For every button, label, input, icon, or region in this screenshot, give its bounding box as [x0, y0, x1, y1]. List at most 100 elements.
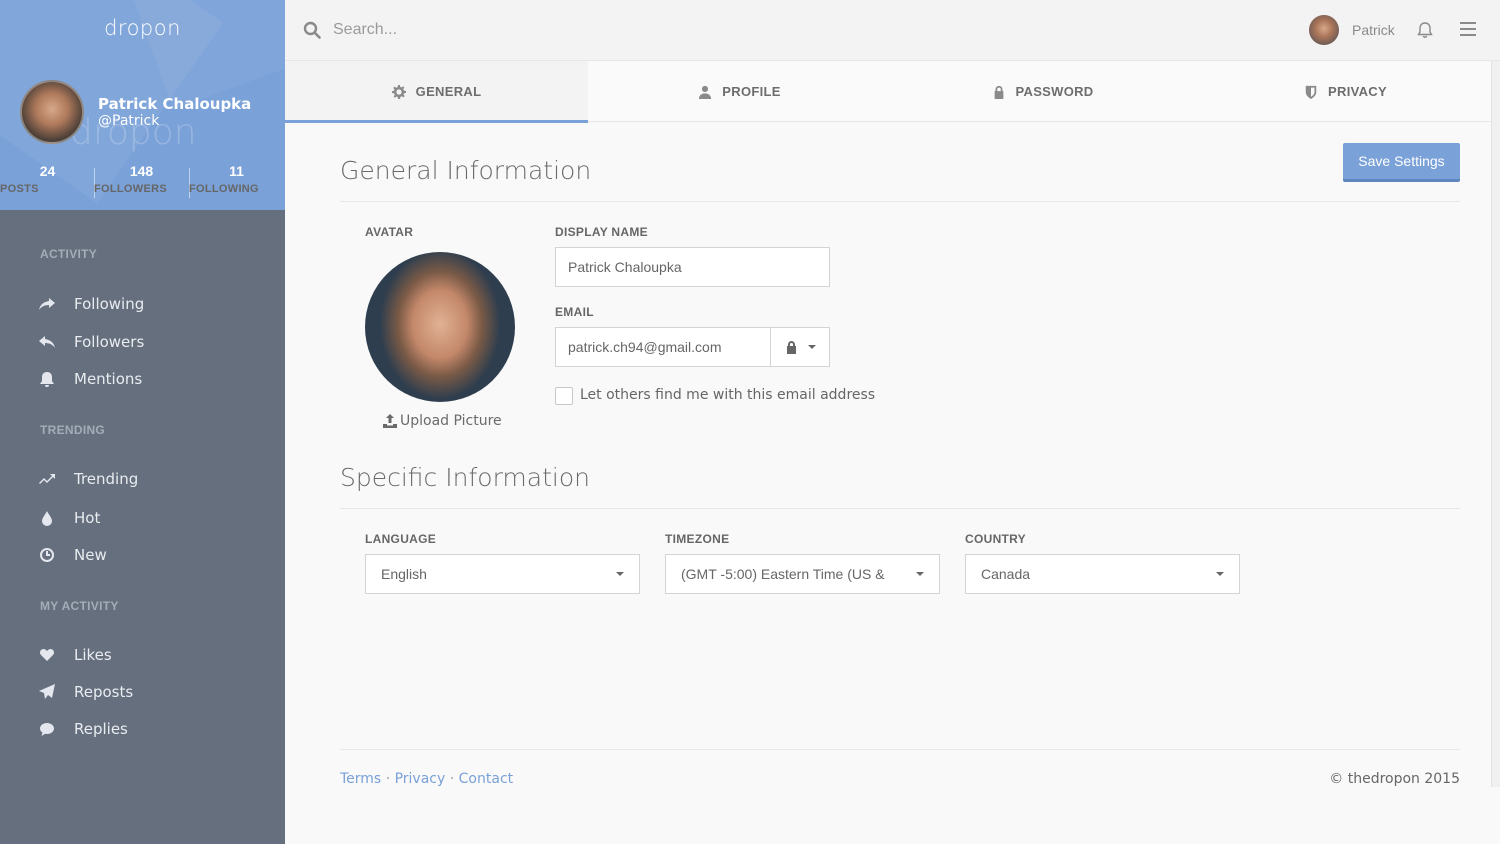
lock-icon [786, 341, 796, 354]
trending-up-icon [38, 470, 56, 488]
avatar[interactable] [1309, 15, 1339, 45]
tab-privacy[interactable]: PRIVACY [1194, 61, 1497, 122]
timezone-value: (GMT -5:00) Eastern Time (US & [681, 566, 885, 582]
stat-posts[interactable]: 24 POSTS [0, 163, 95, 195]
footer-link-contact[interactable]: Contact [459, 771, 513, 787]
profile-handle: @Patrick [98, 113, 160, 129]
separator: · [385, 771, 391, 787]
avatar[interactable] [20, 80, 84, 144]
language-label: LANGUAGE [365, 532, 437, 546]
tab-profile[interactable]: PROFILE [588, 61, 891, 122]
timezone-label: TIMEZONE [665, 532, 730, 546]
sidebar-item-likes[interactable]: Likes [38, 646, 112, 664]
sidebar-item-label: New [74, 546, 107, 564]
tab-label: GENERAL [415, 84, 482, 99]
tab-label: PASSWORD [1015, 84, 1094, 99]
sidebar-item-mentions[interactable]: Mentions [38, 370, 142, 388]
country-label: COUNTRY [965, 532, 1026, 546]
sidebar: dropon dropon Patrick Chaloupka @Patrick… [0, 0, 285, 844]
user-name[interactable]: Patrick [1352, 22, 1395, 38]
email-visibility-dropdown[interactable] [770, 327, 830, 367]
sidebar-item-new[interactable]: New [38, 546, 107, 564]
upload-picture-button[interactable]: Upload Picture [383, 413, 502, 429]
separator: · [449, 771, 455, 787]
bell-icon[interactable] [1416, 21, 1434, 39]
chevron-down-icon [916, 572, 924, 576]
find-by-email-label[interactable]: Let others find me with this email addre… [580, 387, 875, 403]
speech-bubble-icon [38, 720, 56, 738]
sidebar-item-trending[interactable]: Trending [38, 470, 138, 488]
profile-name[interactable]: Patrick Chaloupka [98, 95, 251, 113]
tab-general[interactable]: GENERAL [285, 61, 588, 123]
search-input[interactable] [333, 16, 833, 44]
email-field[interactable]: patrick.ch94@gmail.com [555, 327, 771, 367]
chevron-down-icon [807, 345, 816, 349]
footer-links: Terms · Privacy · Contact [340, 771, 513, 787]
tab-label: PROFILE [722, 84, 781, 99]
footer-link-privacy[interactable]: Privacy [395, 771, 446, 787]
sidebar-item-label: Following [74, 295, 145, 313]
reply-icon [38, 333, 56, 351]
display-name-field[interactable]: Patrick Chaloupka [555, 247, 830, 287]
stat-following[interactable]: 11 FOLLOWING [189, 163, 284, 195]
profile-picture [365, 252, 515, 402]
stat-followers[interactable]: 148 FOLLOWERS [94, 163, 189, 195]
chevron-down-icon [616, 572, 624, 576]
sidebar-item-label: Mentions [74, 370, 143, 388]
search-icon[interactable] [303, 21, 321, 39]
sidebar-item-label: Reposts [74, 683, 134, 701]
divider [340, 749, 1460, 750]
display-name-label: DISPLAY NAME [555, 225, 648, 239]
section-title-my-activity: MY ACTIVITY [40, 599, 119, 613]
gear-icon [391, 84, 406, 99]
sidebar-item-following[interactable]: Following [38, 295, 144, 313]
top-bar: Patrick [285, 0, 1500, 61]
section-title-general: General Information [340, 156, 592, 185]
profile-header: dropon dropon Patrick Chaloupka @Patrick… [0, 0, 285, 210]
language-select[interactable]: English [365, 554, 640, 594]
sidebar-item-label: Likes [74, 646, 112, 664]
lock-icon [994, 85, 1003, 99]
section-title-activity: ACTIVITY [40, 247, 98, 261]
tab-label: PRIVACY [1328, 84, 1387, 99]
hamburger-menu-icon[interactable] [1460, 22, 1476, 36]
paper-plane-icon [38, 683, 56, 701]
stat-value: 11 [229, 163, 244, 179]
divider [340, 508, 1460, 509]
scrollbar[interactable] [1491, 61, 1500, 787]
find-by-email-checkbox[interactable] [555, 387, 573, 405]
section-title-trending: TRENDING [40, 423, 106, 437]
sidebar-item-hot[interactable]: Hot [38, 509, 100, 527]
chevron-down-icon [1216, 572, 1224, 576]
sidebar-item-reposts[interactable]: Reposts [38, 683, 133, 701]
avatar-label: AVATAR [365, 225, 414, 239]
sidebar-item-label: Replies [74, 720, 128, 738]
sidebar-item-followers[interactable]: Followers [38, 333, 144, 351]
stat-value: 148 [129, 163, 154, 179]
tab-password[interactable]: PASSWORD [891, 61, 1194, 122]
bell-icon [38, 370, 56, 388]
copyright: © thedropon 2015 [1329, 771, 1460, 787]
footer-link-terms[interactable]: Terms [340, 771, 381, 787]
stat-label: FOLLOWING [189, 183, 259, 195]
settings-tabs: GENERAL PROFILE PASSWORD PRIVACY [285, 61, 1497, 123]
clock-icon [38, 546, 56, 564]
timezone-select[interactable]: (GMT -5:00) Eastern Time (US & [665, 554, 940, 594]
divider [340, 201, 1460, 202]
email-label: EMAIL [555, 305, 594, 319]
stat-label: POSTS [0, 183, 39, 195]
stat-label: FOLLOWERS [94, 183, 167, 195]
country-value: Canada [981, 566, 1031, 582]
save-settings-button[interactable]: Save Settings [1343, 143, 1460, 182]
language-value: English [381, 566, 427, 582]
brand-logo[interactable]: dropon [0, 16, 285, 40]
sidebar-item-label: Trending [74, 470, 139, 488]
upload-label: Upload Picture [400, 413, 502, 429]
sidebar-item-label: Followers [74, 333, 145, 351]
country-select[interactable]: Canada [965, 554, 1240, 594]
sidebar-item-label: Hot [74, 509, 101, 527]
sidebar-item-replies[interactable]: Replies [38, 720, 128, 738]
user-icon [699, 85, 712, 99]
heart-icon [38, 646, 56, 664]
section-title-specific: Specific Information [340, 463, 590, 492]
